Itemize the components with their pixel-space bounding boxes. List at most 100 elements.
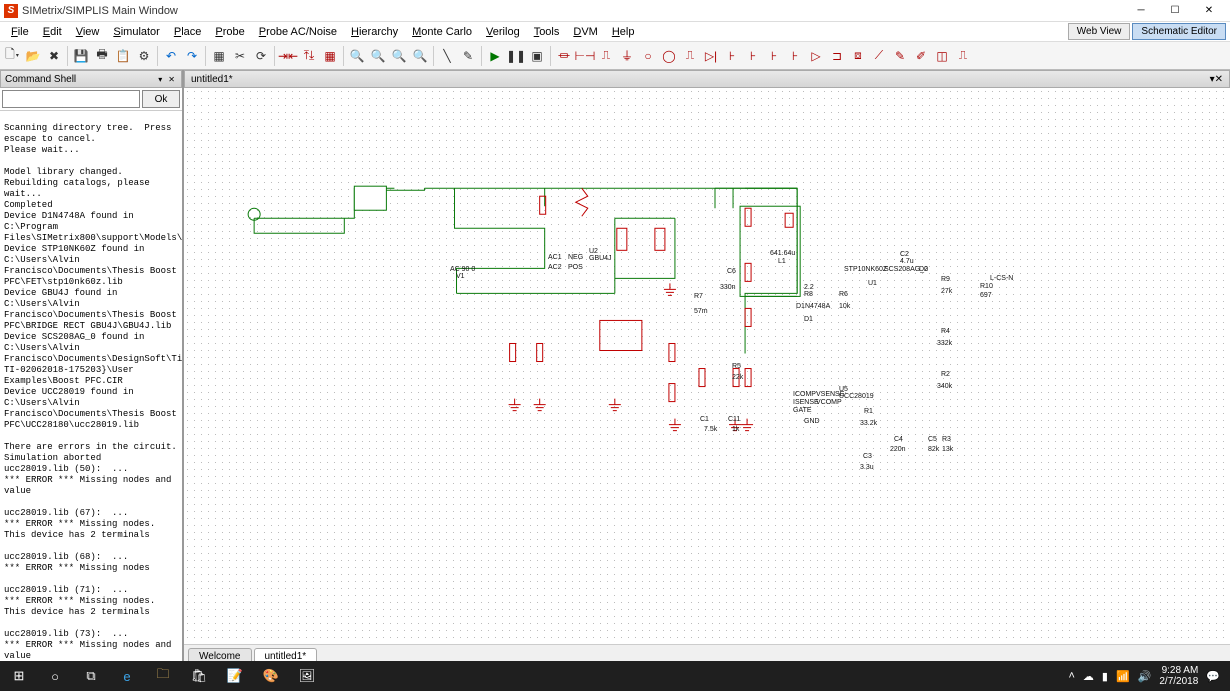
pause-button[interactable]: ❚❚: [506, 46, 526, 66]
clock[interactable]: 9:28 AM 2/7/2018: [1159, 665, 1198, 687]
ok-button[interactable]: Ok: [142, 90, 180, 108]
store-icon[interactable]: 🛍: [184, 663, 214, 689]
schematic-label: 7.5k: [704, 426, 717, 433]
panel-dropdown-icon[interactable]: ▾: [156, 75, 164, 84]
menu-file[interactable]: File: [4, 24, 36, 40]
edge-icon[interactable]: e: [112, 663, 142, 689]
canvas-close-icon[interactable]: ✕: [1215, 74, 1223, 85]
minimize-button[interactable]: ─: [1124, 1, 1158, 21]
schematic-label: U2: [589, 248, 598, 255]
web-view-mode[interactable]: Web View: [1068, 23, 1131, 40]
isource-icon[interactable]: ◯: [659, 46, 679, 66]
graph-icon[interactable]: ⎍: [953, 46, 973, 66]
menu-place[interactable]: Place: [167, 24, 209, 40]
schematic-label: VSENSE: [816, 391, 844, 398]
settings-button[interactable]: ⚙: [134, 46, 154, 66]
schematic-label: 3.3u: [860, 464, 874, 471]
schematic-drawing: [184, 88, 1230, 644]
tray-battery-icon[interactable]: ▮: [1102, 670, 1108, 683]
menu-view[interactable]: View: [69, 24, 107, 40]
opamp-icon[interactable]: ▷: [806, 46, 826, 66]
schematic-label: ISENSE: [793, 399, 819, 406]
menu-help[interactable]: Help: [605, 24, 642, 40]
maximize-button[interactable]: ☐: [1158, 1, 1192, 21]
schematic-canvas[interactable]: AC 90 0V1AC1AC2NEGPOSU2GBU4J641.64uL1C24…: [184, 88, 1230, 644]
console-output[interactable]: \DesignSoft\Tina9-TI-02062018-175203}\Us…: [0, 111, 182, 664]
print-button[interactable]: 🖶: [92, 46, 112, 66]
delete-button[interactable]: ✖: [44, 46, 64, 66]
tray-up-icon[interactable]: ˄: [1068, 670, 1074, 682]
redo-button[interactable]: ↷: [182, 46, 202, 66]
resistor-icon[interactable]: ⏛: [554, 46, 574, 66]
menu-hierarchy[interactable]: Hierarchy: [344, 24, 405, 40]
cut-button[interactable]: ✂: [230, 46, 250, 66]
app3-icon[interactable]: 🖼: [292, 663, 322, 689]
menu-simulator[interactable]: Simulator: [106, 24, 166, 40]
explorer-icon[interactable]: 🗀: [148, 663, 178, 689]
schematic-editor-mode[interactable]: Schematic Editor: [1132, 23, 1226, 40]
windows-taskbar: ⊞ ○ ⧉ e 🗀 🛍 📝 🎨 🖼 ˄ ☁ ▮ 📶 🔊 9:28 AM 2/7/…: [0, 661, 1230, 691]
menu-tools[interactable]: Tools: [527, 24, 567, 40]
app2-icon[interactable]: 🎨: [256, 663, 286, 689]
close-button[interactable]: ✕: [1192, 1, 1226, 21]
wire-button[interactable]: ╲: [437, 46, 457, 66]
pmos-icon[interactable]: ⊦: [785, 46, 805, 66]
save-button[interactable]: 💾: [71, 46, 91, 66]
xfmr-icon[interactable]: ⧈: [848, 46, 868, 66]
probe-v-icon[interactable]: ✎: [890, 46, 910, 66]
pencil-button[interactable]: ✎: [458, 46, 478, 66]
inductor-icon[interactable]: ⎍: [596, 46, 616, 66]
app1-icon[interactable]: 📝: [220, 663, 250, 689]
command-shell-header[interactable]: Command Shell ▾ ✕: [0, 70, 182, 88]
tray-onedrive-icon[interactable]: ☁: [1083, 670, 1094, 683]
notifications-icon[interactable]: 💬: [1206, 670, 1220, 683]
refresh-button[interactable]: ⟳: [251, 46, 271, 66]
stop-button[interactable]: ▣: [527, 46, 547, 66]
grid-button[interactable]: ▦: [320, 46, 340, 66]
menu-dvm[interactable]: DVM: [566, 24, 604, 40]
menu-probe[interactable]: Probe: [208, 24, 251, 40]
switch-icon[interactable]: ⟋: [869, 46, 889, 66]
menu-probe-ac-noise[interactable]: Probe AC/Noise: [252, 24, 344, 40]
task-view-button[interactable]: ⧉: [76, 663, 106, 689]
undo-button[interactable]: ↶: [161, 46, 181, 66]
start-button[interactable]: ⊞: [4, 663, 34, 689]
ground-icon[interactable]: ⏚: [617, 46, 637, 66]
copy-button[interactable]: 📋: [113, 46, 133, 66]
nmos-icon[interactable]: ⊦: [764, 46, 784, 66]
run-button[interactable]: ▶: [485, 46, 505, 66]
compress-v-icon[interactable]: ⤒⤓: [299, 46, 319, 66]
compress-h-icon[interactable]: ⇥⇤: [278, 46, 298, 66]
zoom-fit-button[interactable]: 🔍: [389, 46, 409, 66]
panel-close-icon[interactable]: ✕: [166, 75, 177, 84]
title-bar: S SIMetrix/SIMPLIS Main Window ─ ☐ ✕: [0, 0, 1230, 22]
diode-icon[interactable]: ▷|: [701, 46, 721, 66]
tline-icon[interactable]: ⊐: [827, 46, 847, 66]
probe-i-icon[interactable]: ✐: [911, 46, 931, 66]
capacitor-icon[interactable]: ⊢⊣: [575, 46, 595, 66]
open-button[interactable]: 📂: [23, 46, 43, 66]
new-button[interactable]: 🗋▾: [2, 46, 22, 66]
pnp-icon[interactable]: ⊦: [743, 46, 763, 66]
zoom-region-button[interactable]: 🔍: [410, 46, 430, 66]
schematic-label: C6: [727, 268, 736, 275]
zoom-in-button[interactable]: 🔍: [368, 46, 388, 66]
menu-monte-carlo[interactable]: Monte Carlo: [405, 24, 479, 40]
schematic-label: 641.64u: [770, 250, 795, 257]
cortana-button[interactable]: ○: [40, 663, 70, 689]
menu-edit[interactable]: Edit: [36, 24, 69, 40]
schematic-label: D1N4748A: [796, 303, 830, 310]
marker-icon[interactable]: ◫: [932, 46, 952, 66]
npn-icon[interactable]: ⊦: [722, 46, 742, 66]
schematic-label: AC2: [548, 264, 562, 271]
schematic-label: AC 90 0: [450, 266, 475, 273]
menu-verilog[interactable]: Verilog: [479, 24, 527, 40]
schematic-label: L-CS-N: [990, 275, 1013, 282]
pulse-icon[interactable]: ⎍: [680, 46, 700, 66]
zoom-out-button[interactable]: 🔍: [347, 46, 367, 66]
vsource-icon[interactable]: ○: [638, 46, 658, 66]
tray-volume-icon[interactable]: 🔊: [1138, 670, 1152, 683]
tray-wifi-icon[interactable]: 📶: [1116, 670, 1130, 683]
command-input[interactable]: [2, 90, 140, 108]
chip-button[interactable]: ▦: [209, 46, 229, 66]
